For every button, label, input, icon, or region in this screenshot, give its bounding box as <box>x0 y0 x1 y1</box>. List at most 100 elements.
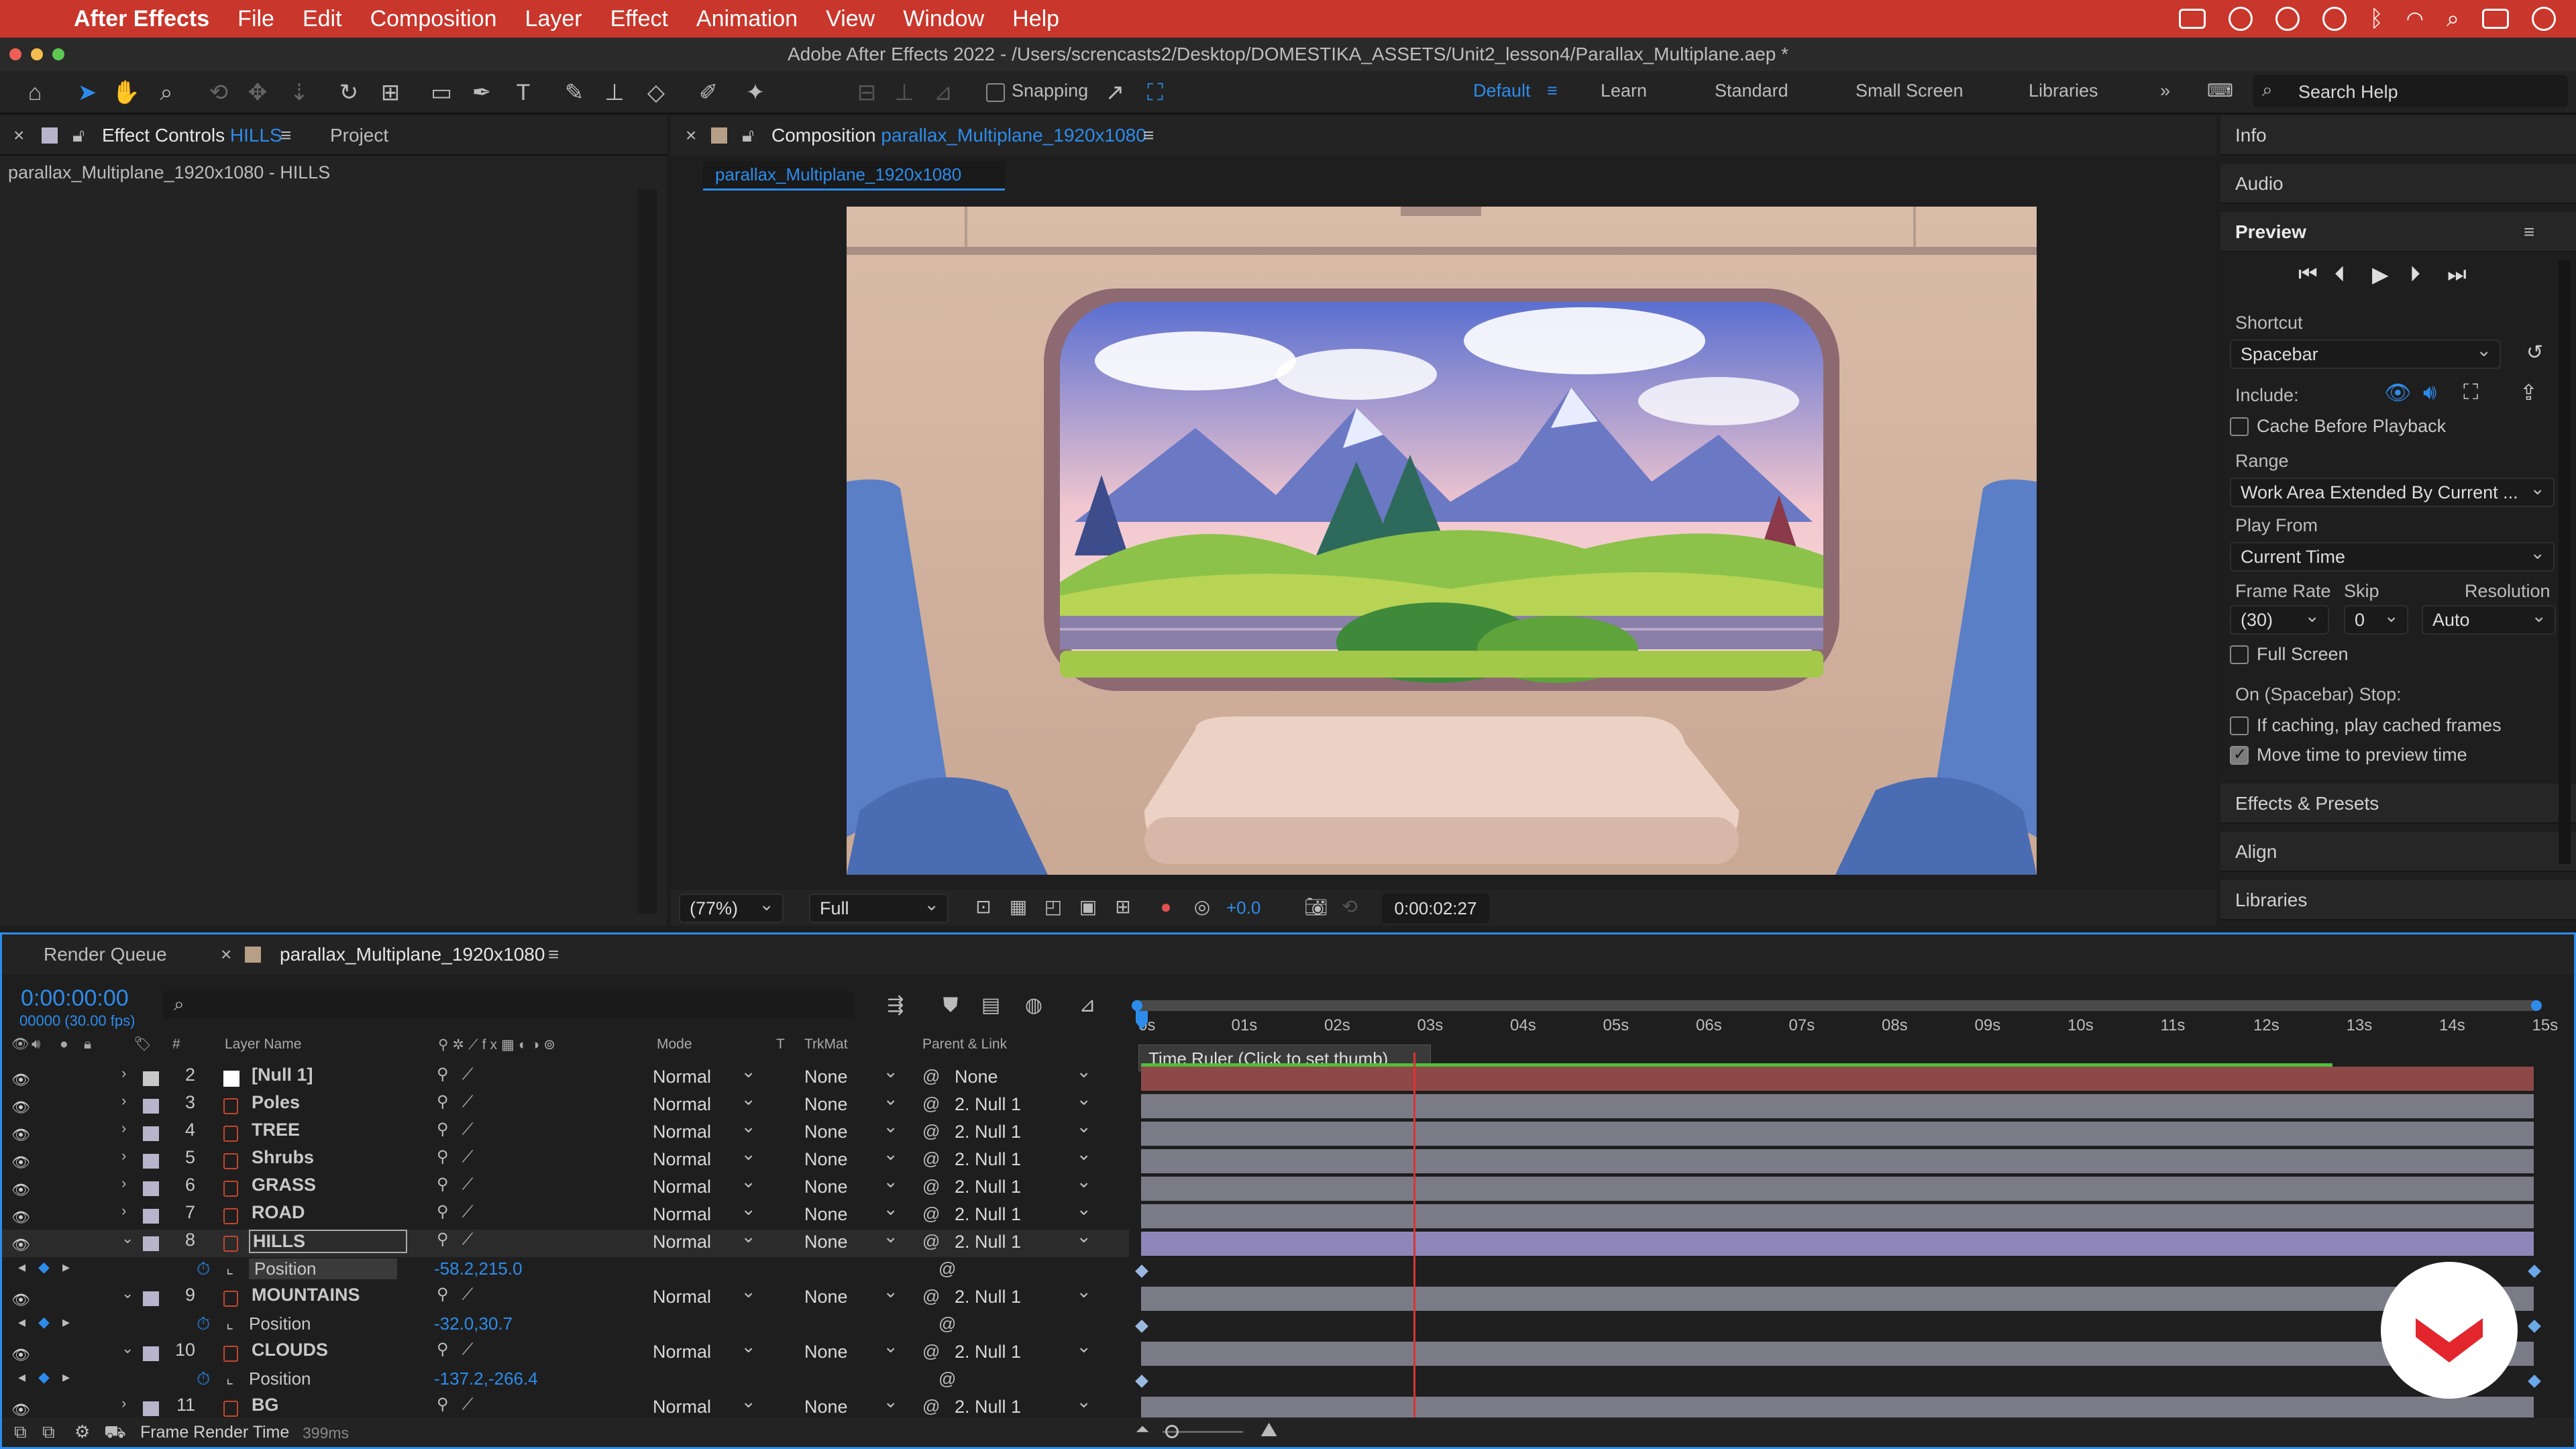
menu-app-name[interactable]: After Effects <box>74 6 209 32</box>
home-icon[interactable]: ⌂ <box>20 78 50 107</box>
lock-icon[interactable]: 🔓︎ <box>72 125 85 147</box>
layer-name-column-header[interactable]: Layer Name <box>225 1036 301 1053</box>
effects-presets-header[interactable]: Effects & Presets <box>2220 784 2576 824</box>
next-frame-icon[interactable]: ⏵ <box>2410 262 2420 287</box>
skip-dropdown[interactable]: 0 <box>2344 605 2408 635</box>
workspace-menu-icon[interactable]: ≡ <box>1547 80 1558 101</box>
layer-label-swatch[interactable] <box>143 1209 159 1224</box>
layer-name[interactable]: CLOUDS <box>252 1340 328 1360</box>
resolution-dropdown-preview[interactable]: Auto <box>2422 605 2556 635</box>
prev-keyframe-icon[interactable]: ◂ <box>18 1313 25 1331</box>
control-center-icon[interactable] <box>2482 9 2509 29</box>
stopwatch-icon[interactable]: ⏱︎ <box>197 1313 210 1335</box>
layer-switches[interactable]: ⚲ ⟋ <box>437 1202 473 1222</box>
layer-name[interactable]: TREE <box>252 1120 300 1140</box>
layer-twirl-icon[interactable]: › <box>121 1395 126 1412</box>
toggle-switches-icon[interactable]: ⧉ <box>14 1421 27 1443</box>
workspace-small-screen[interactable]: Small Screen <box>1856 80 1964 101</box>
show-snapshot-icon[interactable]: ⟲ <box>1335 892 1364 922</box>
stopwatch-icon[interactable]: ⏱︎ <box>197 1368 210 1390</box>
wifi-icon[interactable]: ◠ <box>2406 7 2424 31</box>
search-help-field[interactable]: ⌕ Search Help <box>2253 75 2568 107</box>
layer-visibility-icon[interactable]: 👁︎ <box>11 1236 30 1253</box>
layer-row[interactable]: 👁︎ › 6 GRASS ⚲ ⟋ Normal None @2. Null 1 <box>2 1171 1129 1202</box>
toggle-in-out-icon[interactable]: ⚙ <box>74 1421 90 1442</box>
frame-rate-dropdown[interactable]: (30) <box>2230 605 2329 635</box>
layer-parent-dropdown[interactable]: 2. Null 1 <box>955 1391 1095 1419</box>
layer-name[interactable]: MOUNTAINS <box>252 1285 360 1305</box>
export-icon[interactable]: ⇪ <box>2520 380 2538 405</box>
search-icon[interactable]: ⌕ <box>2447 6 2459 32</box>
shortcut-dropdown[interactable]: Spacebar <box>2230 339 2501 369</box>
layer-visibility-icon[interactable]: 👁︎ <box>11 1209 30 1226</box>
property-value-position[interactable]: -137.2,-266.4 <box>434 1368 538 1389</box>
layer-search-field[interactable]: ⌕ <box>163 991 854 1019</box>
menu-layer[interactable]: Layer <box>525 6 582 32</box>
graph-toggle-icon[interactable]: ⌞ <box>226 1258 233 1278</box>
clock-icon[interactable] <box>2532 7 2556 31</box>
viewer-timecode[interactable]: 0:00:02:27 <box>1382 894 1489 923</box>
menu-window[interactable]: Window <box>903 6 984 32</box>
layer-twirl-icon[interactable]: › <box>121 1120 126 1137</box>
layer-twirl-icon[interactable]: ⌄ <box>121 1340 133 1357</box>
layer-duration-bar[interactable] <box>1141 1122 2534 1146</box>
layer-switches[interactable]: ⚲ ⟋ <box>437 1175 473 1194</box>
time-zoom-thumb[interactable] <box>1165 1425 1179 1438</box>
graph-editor-icon[interactable]: ⊿ <box>1073 991 1102 1020</box>
layer-duration-bar[interactable] <box>1141 1204 2534 1228</box>
zoom-in-time-icon[interactable]: ⛰ <box>1260 1419 1277 1442</box>
draft-3d-icon[interactable]: ⛊ <box>936 991 965 1020</box>
close-tab-icon[interactable]: × <box>13 125 24 146</box>
include-video-icon[interactable]: 👁︎ <box>2384 380 2412 405</box>
range-dropdown[interactable]: Work Area Extended By Current ... <box>2230 478 2555 507</box>
full-screen-checkbox[interactable] <box>2230 645 2249 664</box>
play-from-dropdown[interactable]: Current Time <box>2230 542 2555 572</box>
close-window-button[interactable] <box>9 48 21 60</box>
more-workspaces-icon[interactable]: » <box>2160 80 2170 101</box>
work-area-bar[interactable] <box>1132 1000 2540 1011</box>
sync-icon[interactable] <box>2275 7 2300 31</box>
layer-visibility-icon[interactable]: 👁︎ <box>11 1401 30 1418</box>
lock-column-icon[interactable]: 🔒︎ <box>84 1036 91 1053</box>
tab-effect-controls[interactable]: Effect Controls HILLS <box>102 125 282 146</box>
composition-viewer[interactable] <box>847 207 2037 875</box>
include-overlays-icon[interactable]: ⛶ <box>2463 380 2478 405</box>
layer-trkmat-dropdown[interactable]: None <box>804 1089 902 1117</box>
panel-menu-icon[interactable]: ≡ <box>280 125 291 146</box>
tab-timeline-comp[interactable]: parallax_Multiplane_1920x1080 <box>280 944 545 965</box>
layer-name[interactable]: Poles <box>252 1092 300 1113</box>
layer-visibility-icon[interactable]: 👁︎ <box>11 1154 30 1171</box>
next-keyframe-icon[interactable]: ▸ <box>62 1258 70 1276</box>
property-row-position[interactable]: ◂ ◆ ▸ ⏱︎ ⌞ Position -58.2,215.0 @ <box>2 1257 1129 1285</box>
layer-name[interactable]: BG <box>252 1395 279 1415</box>
mask-visibility-icon[interactable]: ◰ <box>1038 892 1068 922</box>
solo-column-icon[interactable]: ● <box>60 1036 68 1053</box>
layer-parent-dropdown[interactable]: 2. Null 1 <box>955 1171 1095 1199</box>
property-row-position[interactable]: ◂ ◆ ▸ ⏱︎ ⌞ Position -32.0,30.7 @ <box>2 1312 1129 1340</box>
play-icon[interactable]: ▶ <box>2372 262 2389 287</box>
fast-previews-icon[interactable]: ⊡ <box>969 892 998 922</box>
workspace-learn[interactable]: Learn <box>1601 80 1647 101</box>
layer-mode-dropdown[interactable]: Normal <box>653 1391 760 1419</box>
work-area-start-handle[interactable] <box>1132 1000 1142 1011</box>
layer-label-swatch[interactable] <box>143 1236 159 1251</box>
clone-stamp-tool-icon[interactable]: ⊥ <box>600 78 629 107</box>
color-channels-icon[interactable]: ● <box>1151 892 1181 922</box>
last-frame-icon[interactable]: ⏭ <box>2447 262 2467 287</box>
time-zoom-slider[interactable] <box>1163 1425 1243 1438</box>
frame-blending-icon[interactable]: ▤ <box>976 991 1006 1020</box>
layer-trkmat-dropdown[interactable]: None <box>804 1061 902 1089</box>
close-timeline-tab-icon[interactable]: × <box>221 944 231 965</box>
video-column-icon[interactable]: 👁︎ <box>11 1036 30 1053</box>
transparency-grid-icon[interactable]: ▦ <box>1004 892 1033 922</box>
layer-mode-dropdown[interactable]: Normal <box>653 1336 760 1364</box>
layer-label-swatch[interactable] <box>143 1071 159 1086</box>
previous-frame-icon[interactable]: ⏴ <box>2334 262 2345 287</box>
render-time-icon[interactable]: ⛟ <box>104 1421 126 1445</box>
graph-toggle-icon[interactable]: ⌞ <box>226 1368 233 1388</box>
pickwhip-icon[interactable]: @ <box>922 1341 940 1362</box>
current-time-indicator-line[interactable] <box>1413 1053 1415 1421</box>
comp-flowchart-tab[interactable]: parallax_Multiplane_1920x1080 <box>703 161 1005 191</box>
pickwhip-icon[interactable]: @ <box>922 1093 940 1114</box>
layer-trkmat-dropdown[interactable]: None <box>804 1336 902 1364</box>
